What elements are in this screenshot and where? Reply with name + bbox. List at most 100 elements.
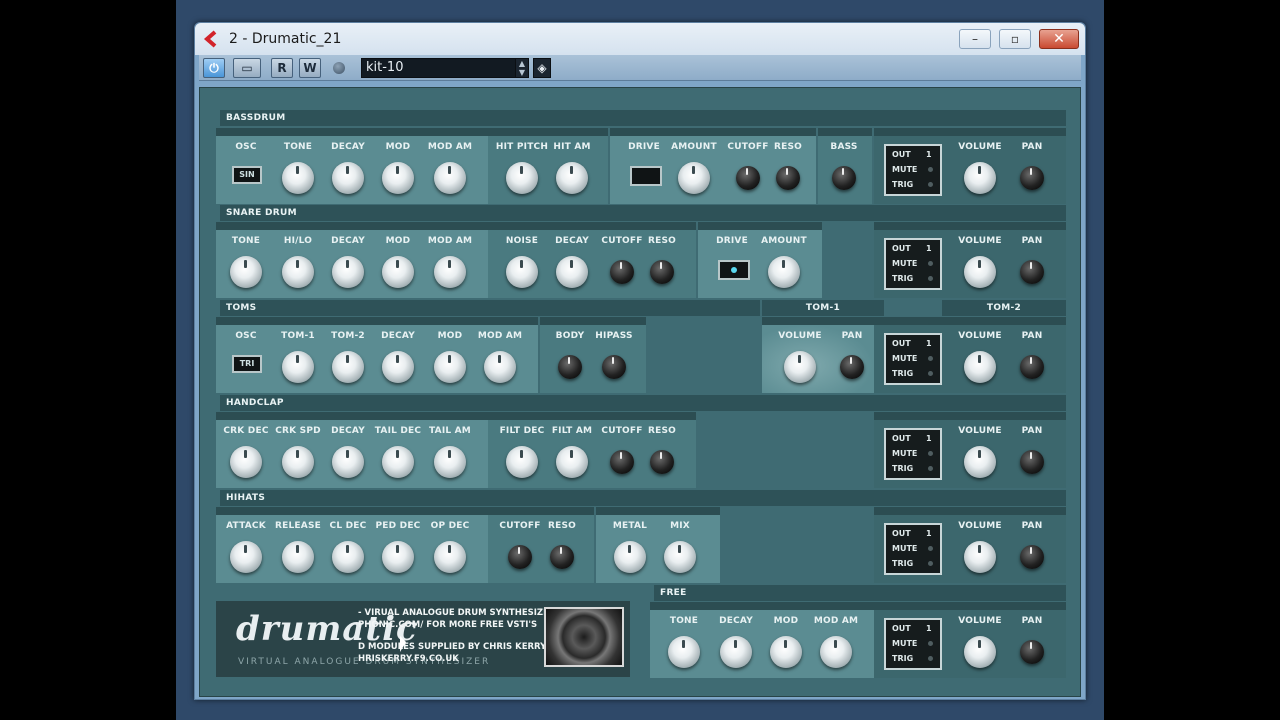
- tm-decay: DECAY: [368, 329, 428, 391]
- preset-name-field[interactable]: kit-10: [361, 58, 521, 78]
- maximize-button[interactable]: ▫: [999, 29, 1031, 49]
- hh-ped-dec-knob[interactable]: [382, 541, 414, 573]
- bd-osc-switch[interactable]: SIN: [232, 166, 262, 184]
- hc-filt-dec-knob[interactable]: [506, 446, 538, 478]
- sd-hilo-knob[interactable]: [282, 256, 314, 288]
- tm1-volume-knob[interactable]: [784, 351, 816, 383]
- tm-mod-am-knob[interactable]: [484, 351, 516, 383]
- write-automation-button[interactable]: W: [299, 58, 321, 78]
- sd-out-box[interactable]: OUT 1 MUTE TRIG: [884, 238, 942, 290]
- fr-decay-knob[interactable]: [720, 636, 752, 668]
- sd-pan-knob[interactable]: [1020, 260, 1044, 284]
- tm-out-box[interactable]: OUT 1 MUTE TRIG: [884, 333, 942, 385]
- hh-reso-knob[interactable]: [550, 545, 574, 569]
- hh-cl-dec-knob[interactable]: [332, 541, 364, 573]
- fr-volume-knob[interactable]: [964, 636, 996, 668]
- hc-decay-knob[interactable]: [332, 446, 364, 478]
- drumatic-panel: BASSDRUM OSC SIN TONE DECAY MOD MOD AM HI…: [199, 87, 1081, 697]
- sd-reso-knob[interactable]: [650, 260, 674, 284]
- hh-op-dec-knob[interactable]: [434, 541, 466, 573]
- tm-mod-am: MOD AM: [470, 329, 530, 391]
- hc-tail-am-knob[interactable]: [434, 446, 466, 478]
- tm2-volume-knob[interactable]: [964, 351, 996, 383]
- sd-amount-knob[interactable]: [768, 256, 800, 288]
- bd-reso-knob[interactable]: [776, 166, 800, 190]
- bd-volume-knob[interactable]: [964, 162, 996, 194]
- hh-out-box[interactable]: OUT 1 MUTE TRIG: [884, 523, 942, 575]
- sd-noise-knob[interactable]: [506, 256, 538, 288]
- fr-mod-am-knob[interactable]: [820, 636, 852, 668]
- hc-tail-dec-knob[interactable]: [382, 446, 414, 478]
- bd-mod-knob[interactable]: [382, 162, 414, 194]
- title-bar[interactable]: 2 - Drumatic_21 – ▫ ✕: [195, 23, 1085, 55]
- hh-pan-knob[interactable]: [1020, 545, 1044, 569]
- snare-out-panel: OUT 1 MUTE TRIG VOLUME PAN: [874, 222, 1066, 298]
- fr-mod-knob[interactable]: [770, 636, 802, 668]
- tm-tom2-knob[interactable]: [332, 351, 364, 383]
- sd-decay-knob[interactable]: [332, 256, 364, 288]
- hh-cutoff-knob[interactable]: [508, 545, 532, 569]
- hh-release-knob[interactable]: [282, 541, 314, 573]
- minimize-button[interactable]: –: [959, 29, 991, 49]
- sd-tone-knob[interactable]: [230, 256, 262, 288]
- bd-amount-knob[interactable]: [678, 162, 710, 194]
- bd-drive-switch[interactable]: [630, 166, 662, 186]
- hc-crk-spd-knob[interactable]: [282, 446, 314, 478]
- tm-tom1-knob[interactable]: [282, 351, 314, 383]
- preset-menu-button[interactable]: ◈: [533, 58, 551, 78]
- sd-cutoff-knob[interactable]: [610, 260, 634, 284]
- fr-out-box[interactable]: OUT 1 MUTE TRIG: [884, 618, 942, 670]
- snare-tone-panel: TONE HI/LO DECAY MOD MOD AM: [216, 222, 488, 298]
- bd-mod-am-knob[interactable]: [434, 162, 466, 194]
- bd-out-box[interactable]: OUT 1 MUTE TRIG: [884, 144, 942, 196]
- window-title: 2 - Drumatic_21: [229, 31, 342, 47]
- bd-pan-knob[interactable]: [1020, 166, 1044, 190]
- hh-pan: PAN: [1002, 519, 1062, 581]
- hc-filt-am-knob[interactable]: [556, 446, 588, 478]
- bd-hit-pitch-knob[interactable]: [506, 162, 538, 194]
- preset-spin-icon[interactable]: ▲ ▼: [515, 58, 529, 78]
- fr-pan-knob[interactable]: [1020, 640, 1044, 664]
- close-button[interactable]: ✕: [1039, 29, 1079, 49]
- plugin-toolbar: ⏻ ▭ R W kit-10 ▲ ▼ ◈: [199, 55, 1081, 81]
- sd-noise-decay-knob[interactable]: [556, 256, 588, 288]
- hc-out-box[interactable]: OUT 1 MUTE TRIG: [884, 428, 942, 480]
- sd-mod-am-knob[interactable]: [434, 256, 466, 288]
- bd-decay-knob[interactable]: [332, 162, 364, 194]
- bd-tone-knob[interactable]: [282, 162, 314, 194]
- sd-drive-switch[interactable]: [718, 260, 750, 280]
- tm-body-knob[interactable]: [558, 355, 582, 379]
- hc-cutoff-knob[interactable]: [610, 450, 634, 474]
- hh-attack-knob[interactable]: [230, 541, 262, 573]
- hc-volume-knob[interactable]: [964, 446, 996, 478]
- hh-mix-knob[interactable]: [664, 541, 696, 573]
- bypass-button[interactable]: ▭: [233, 58, 261, 78]
- tm-decay-knob[interactable]: [382, 351, 414, 383]
- credits-overlay: - VIRUAL ANALOGUE DRUM SYNTHESIZER PHONI…: [358, 607, 558, 665]
- hh-attack: ATTACK: [216, 519, 276, 581]
- bd-bass: BASS: [814, 140, 874, 202]
- hc-tail-dec: TAIL DEC: [368, 424, 428, 486]
- tm-osc-switch[interactable]: TRI: [232, 355, 262, 373]
- bassdrum-out-panel: OUT 1 MUTE TRIG VOLUME PAN: [874, 128, 1066, 204]
- toms-body-panel: BODY HIPASS: [540, 317, 646, 393]
- hc-crk-dec-knob[interactable]: [230, 446, 262, 478]
- power-button[interactable]: ⏻: [203, 58, 225, 78]
- bd-hit-am-knob[interactable]: [556, 162, 588, 194]
- fr-tone-knob[interactable]: [668, 636, 700, 668]
- tm1-pan-knob[interactable]: [840, 355, 864, 379]
- hc-reso-knob[interactable]: [650, 450, 674, 474]
- hh-metal-knob[interactable]: [614, 541, 646, 573]
- section-snare: SNARE DRUM: [220, 205, 1066, 221]
- bd-bass-knob[interactable]: [832, 166, 856, 190]
- sd-mod-knob[interactable]: [382, 256, 414, 288]
- tm2-pan-knob[interactable]: [1020, 355, 1044, 379]
- hh-volume-knob[interactable]: [964, 541, 996, 573]
- hc-volume: VOLUME: [950, 424, 1010, 486]
- tm-hipass-knob[interactable]: [602, 355, 626, 379]
- tm-mod-knob[interactable]: [434, 351, 466, 383]
- hc-pan-knob[interactable]: [1020, 450, 1044, 474]
- bd-cutoff-knob[interactable]: [736, 166, 760, 190]
- read-automation-button[interactable]: R: [271, 58, 293, 78]
- sd-volume-knob[interactable]: [964, 256, 996, 288]
